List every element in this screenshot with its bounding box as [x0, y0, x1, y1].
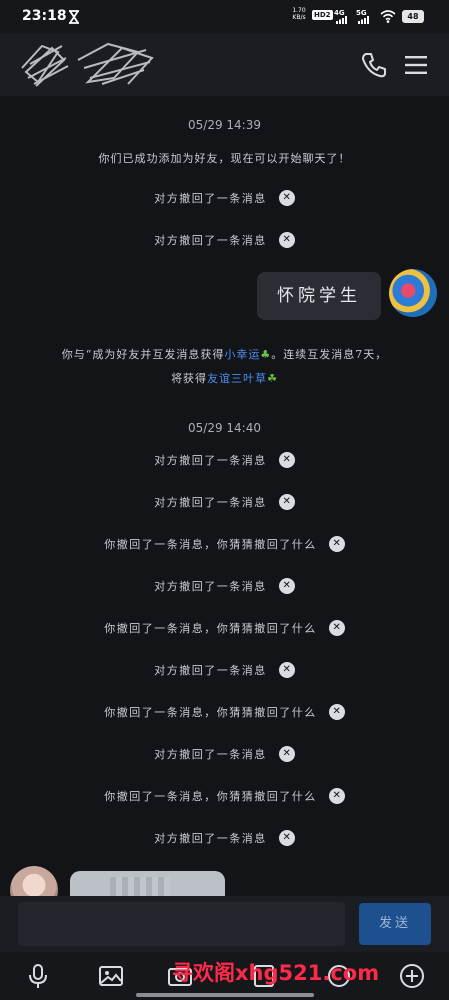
- streak-text: 。连续互发消息7天，: [271, 348, 388, 361]
- close-icon[interactable]: ✕: [328, 704, 345, 720]
- recall-text: 对方撤回了一条消息: [154, 580, 267, 593]
- recall-notice: 对方撤回了一条消息 ✕: [0, 660, 449, 680]
- streak-text: 你与“成为好友并互发消息获得: [61, 348, 225, 361]
- recall-notice: 对方撤回了一条消息 ✕: [0, 450, 449, 470]
- battery-indicator: 48: [402, 10, 424, 23]
- menu-icon[interactable]: [404, 55, 428, 75]
- recall-notice: 对方撤回了一条消息 ✕: [0, 230, 449, 250]
- recall-text: 对方撤回了一条消息: [154, 234, 267, 247]
- send-button[interactable]: 发送: [359, 903, 431, 945]
- streak-notice-line1: 你与“成为好友并互发消息获得小幸运♣。连续互发消息7天，: [0, 346, 449, 362]
- close-icon[interactable]: ✕: [278, 746, 295, 762]
- sprout-icon: ♣: [260, 348, 272, 361]
- status-bar: 23:18 1.70 KB/s HD2 4G 5G 48: [0, 0, 449, 34]
- image-icon[interactable]: [97, 962, 125, 990]
- recall-notice: 对方撤回了一条消息 ✕: [0, 744, 449, 764]
- status-time: 23:18: [22, 8, 67, 24]
- timestamp: 05/29 14:39: [188, 118, 261, 132]
- recall-text: 你撤回了一条消息，你猜猜撤回了什么: [104, 790, 317, 803]
- recall-text: 你撤回了一条消息，你猜猜撤回了什么: [104, 622, 317, 635]
- recall-text: 你撤回了一条消息，你猜猜撤回了什么: [104, 706, 317, 719]
- message-list[interactable]: 05/29 14:39 你们已成功添加为好友，现在可以开始聊天了！ 对方撤回了一…: [0, 96, 449, 914]
- signal-2-icon: [358, 16, 369, 24]
- recall-text: 对方撤回了一条消息: [154, 192, 267, 205]
- clover-icon: ☘: [267, 372, 278, 385]
- net-speed: 1.70 KB/s: [290, 7, 308, 21]
- microphone-icon[interactable]: [24, 962, 52, 990]
- recall-notice-self: 你撤回了一条消息，你猜猜撤回了什么 ✕: [0, 786, 449, 806]
- recall-text: 你撤回了一条消息，你猜猜撤回了什么: [104, 538, 317, 551]
- my-avatar[interactable]: [389, 269, 437, 317]
- hourglass-icon: [69, 10, 79, 24]
- close-icon[interactable]: ✕: [278, 452, 295, 468]
- watermark: 寻欢阁xhg521.com: [172, 961, 380, 985]
- close-icon[interactable]: ✕: [278, 190, 295, 206]
- recall-text: 对方撤回了一条消息: [154, 496, 267, 509]
- plus-icon[interactable]: [398, 962, 426, 990]
- recall-notice: 对方撤回了一条消息 ✕: [0, 492, 449, 512]
- streak-text: 将获得: [171, 372, 208, 385]
- recall-text: 对方撤回了一条消息: [154, 748, 267, 761]
- recall-notice: 对方撤回了一条消息 ✕: [0, 188, 449, 208]
- phone-icon[interactable]: [360, 51, 388, 79]
- lucky-link[interactable]: 小幸运: [224, 348, 260, 361]
- friend-added-notice: 你们已成功添加为好友，现在可以开始聊天了！: [98, 152, 351, 165]
- close-icon[interactable]: ✕: [278, 232, 295, 248]
- recall-notice-self: 你撤回了一条消息，你猜猜撤回了什么 ✕: [0, 534, 449, 554]
- close-icon[interactable]: ✕: [328, 620, 345, 636]
- home-indicator[interactable]: [136, 993, 314, 997]
- clover-link[interactable]: 友谊三叶草: [207, 372, 267, 385]
- my-message-bubble[interactable]: 怀院学生: [257, 272, 381, 320]
- wifi-icon: [380, 10, 396, 23]
- close-icon[interactable]: ✕: [328, 788, 345, 804]
- streak-notice-line2: 将获得友谊三叶草☘: [0, 370, 449, 386]
- redacted-contact-name: [21, 42, 154, 87]
- recall-notice: 对方撤回了一条消息 ✕: [0, 576, 449, 596]
- recall-notice-self: 你撤回了一条消息，你猜猜撤回了什么 ✕: [0, 618, 449, 638]
- close-icon[interactable]: ✕: [278, 830, 295, 846]
- chat-screen: 23:18 1.70 KB/s HD2 4G 5G 48 05/29 14:39…: [0, 0, 449, 1000]
- close-icon[interactable]: ✕: [278, 494, 295, 510]
- hd-badge: HD2: [312, 10, 333, 20]
- input-bar: 发送: [0, 896, 449, 952]
- chat-header: [0, 34, 449, 96]
- close-icon[interactable]: ✕: [328, 536, 345, 552]
- signal-1-icon: [336, 16, 347, 24]
- close-icon[interactable]: ✕: [278, 662, 295, 678]
- close-icon[interactable]: ✕: [278, 578, 295, 594]
- recall-text: 对方撤回了一条消息: [154, 454, 267, 467]
- net-speed-value: 1.70: [292, 7, 306, 14]
- net-speed-unit: KB/s: [292, 14, 306, 21]
- recall-text: 对方撤回了一条消息: [154, 664, 267, 677]
- timestamp: 05/29 14:40: [188, 421, 261, 435]
- recall-notice: 对方撤回了一条消息 ✕: [0, 828, 449, 848]
- recall-notice-self: 你撤回了一条消息，你猜猜撤回了什么 ✕: [0, 702, 449, 722]
- message-input[interactable]: [18, 902, 345, 946]
- recall-text: 对方撤回了一条消息: [154, 832, 267, 845]
